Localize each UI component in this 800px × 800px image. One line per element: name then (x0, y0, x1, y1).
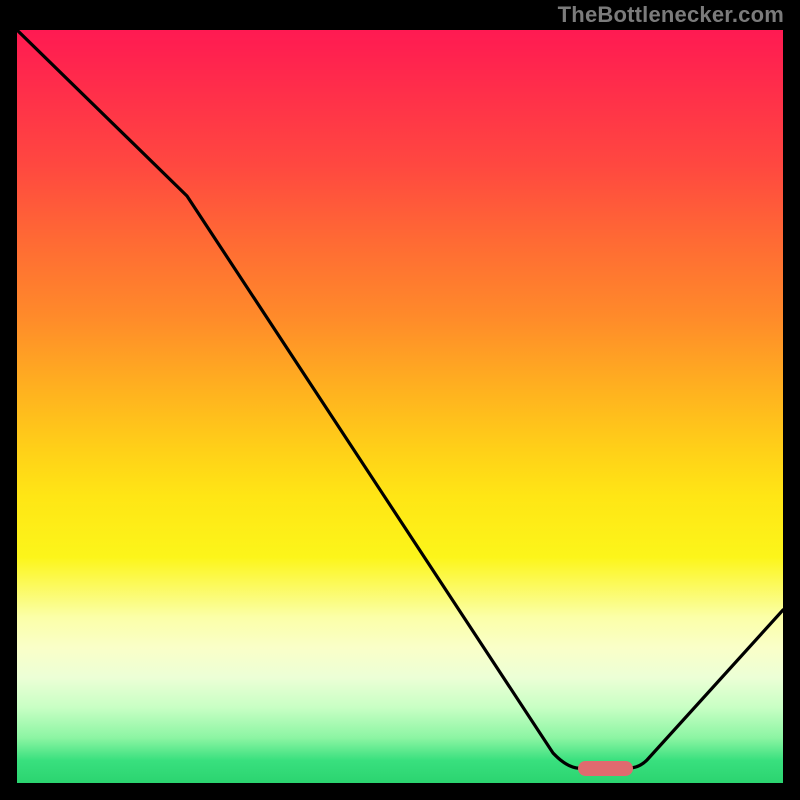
optimal-range-marker (578, 761, 633, 776)
attribution-text: TheBottlenecker.com (558, 2, 784, 28)
chart-frame (14, 27, 786, 786)
chart-plot-area (17, 30, 783, 783)
bottleneck-curve (17, 30, 783, 783)
curve-path (17, 30, 783, 768)
